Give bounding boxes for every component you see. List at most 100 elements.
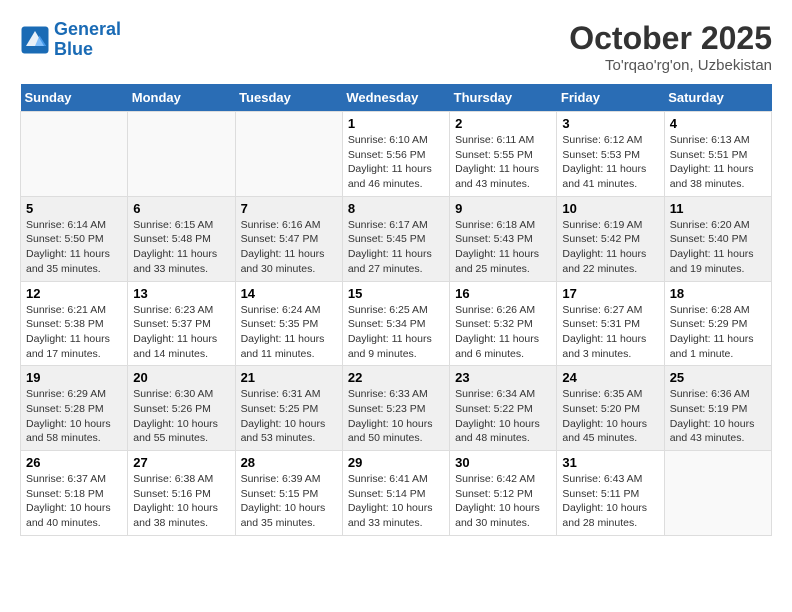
day-info: Sunrise: 6:14 AM Sunset: 5:50 PM Dayligh… bbox=[26, 218, 122, 277]
day-number: 8 bbox=[348, 201, 444, 216]
day-number: 26 bbox=[26, 455, 122, 470]
weekday-header-friday: Friday bbox=[557, 84, 664, 112]
day-number: 7 bbox=[241, 201, 337, 216]
day-number: 20 bbox=[133, 370, 229, 385]
calendar-week-1: 1Sunrise: 6:10 AM Sunset: 5:56 PM Daylig… bbox=[21, 112, 772, 197]
calendar-cell: 31 Sunrise: 6:43 AM Sunset: 5:11 PM Dayli… bbox=[557, 451, 664, 536]
day-info: Sunrise: 6:21 AM Sunset: 5:38 PM Dayligh… bbox=[26, 303, 122, 362]
day-info: Sunrise: 6:19 AM Sunset: 5:42 PM Dayligh… bbox=[562, 218, 658, 277]
calendar-cell: 8 Sunrise: 6:17 AM Sunset: 5:45 PM Daylig… bbox=[342, 196, 449, 281]
calendar-cell: 23 Sunrise: 6:34 AM Sunset: 5:22 PM Dayli… bbox=[450, 366, 557, 451]
day-info: Sunrise: 6:33 AM Sunset: 5:23 PM Dayligh… bbox=[348, 387, 444, 446]
calendar-cell: 5Sunrise: 6:14 AM Sunset: 5:50 PM Daylig… bbox=[21, 196, 128, 281]
day-info: Sunrise: 6:30 AM Sunset: 5:26 PM Dayligh… bbox=[133, 387, 229, 446]
day-info: Sunrise: 6:36 AM Sunset: 5:19 PM Dayligh… bbox=[670, 387, 766, 446]
calendar-week-3: 12 Sunrise: 6:21 AM Sunset: 5:38 PM Dayli… bbox=[21, 281, 772, 366]
day-number: 31 bbox=[562, 455, 658, 470]
day-number: 16 bbox=[455, 286, 551, 301]
day-info: Sunrise: 6:17 AM Sunset: 5:45 PM Dayligh… bbox=[348, 218, 444, 277]
day-number: 2 bbox=[455, 116, 551, 131]
day-number: 19 bbox=[26, 370, 122, 385]
day-number: 27 bbox=[133, 455, 229, 470]
calendar-cell: 19 Sunrise: 6:29 AM Sunset: 5:28 PM Dayli… bbox=[21, 366, 128, 451]
calendar-cell: 18 Sunrise: 6:28 AM Sunset: 5:29 PM Dayli… bbox=[664, 281, 771, 366]
day-number: 17 bbox=[562, 286, 658, 301]
day-number: 24 bbox=[562, 370, 658, 385]
logo-icon bbox=[20, 25, 50, 55]
location: To'rqao'rg'on, Uzbekistan bbox=[569, 57, 772, 74]
calendar-cell: 9 Sunrise: 6:18 AM Sunset: 5:43 PM Daylig… bbox=[450, 196, 557, 281]
day-number: 15 bbox=[348, 286, 444, 301]
calendar-cell: 10 Sunrise: 6:19 AM Sunset: 5:42 PM Dayli… bbox=[557, 196, 664, 281]
calendar-week-2: 5Sunrise: 6:14 AM Sunset: 5:50 PM Daylig… bbox=[21, 196, 772, 281]
day-info: Sunrise: 6:23 AM Sunset: 5:37 PM Dayligh… bbox=[133, 303, 229, 362]
day-info: Sunrise: 6:37 AM Sunset: 5:18 PM Dayligh… bbox=[26, 472, 122, 531]
day-info: Sunrise: 6:41 AM Sunset: 5:14 PM Dayligh… bbox=[348, 472, 444, 531]
day-number: 13 bbox=[133, 286, 229, 301]
day-info: Sunrise: 6:39 AM Sunset: 5:15 PM Dayligh… bbox=[241, 472, 337, 531]
calendar-cell: 22 Sunrise: 6:33 AM Sunset: 5:23 PM Dayli… bbox=[342, 366, 449, 451]
day-info: Sunrise: 6:26 AM Sunset: 5:32 PM Dayligh… bbox=[455, 303, 551, 362]
calendar-cell: 12 Sunrise: 6:21 AM Sunset: 5:38 PM Dayli… bbox=[21, 281, 128, 366]
weekday-header-thursday: Thursday bbox=[450, 84, 557, 112]
calendar-cell: 20 Sunrise: 6:30 AM Sunset: 5:26 PM Dayli… bbox=[128, 366, 235, 451]
day-number: 6 bbox=[133, 201, 229, 216]
day-info: Sunrise: 6:20 AM Sunset: 5:40 PM Dayligh… bbox=[670, 218, 766, 277]
weekday-header-monday: Monday bbox=[128, 84, 235, 112]
day-number: 4 bbox=[670, 116, 766, 131]
calendar-table: SundayMondayTuesdayWednesdayThursdayFrid… bbox=[20, 84, 772, 536]
calendar-cell: 21 Sunrise: 6:31 AM Sunset: 5:25 PM Dayli… bbox=[235, 366, 342, 451]
day-number: 10 bbox=[562, 201, 658, 216]
day-number: 28 bbox=[241, 455, 337, 470]
calendar-cell: 25 Sunrise: 6:36 AM Sunset: 5:19 PM Dayli… bbox=[664, 366, 771, 451]
day-info: Sunrise: 6:38 AM Sunset: 5:16 PM Dayligh… bbox=[133, 472, 229, 531]
calendar-cell bbox=[235, 112, 342, 197]
day-info: Sunrise: 6:18 AM Sunset: 5:43 PM Dayligh… bbox=[455, 218, 551, 277]
day-number: 29 bbox=[348, 455, 444, 470]
logo: GeneralBlue bbox=[20, 20, 121, 60]
day-number: 14 bbox=[241, 286, 337, 301]
calendar-cell: 11Sunrise: 6:20 AM Sunset: 5:40 PM Dayli… bbox=[664, 196, 771, 281]
calendar-cell bbox=[21, 112, 128, 197]
calendar-cell: 3 Sunrise: 6:12 AM Sunset: 5:53 PM Daylig… bbox=[557, 112, 664, 197]
calendar-cell: 29 Sunrise: 6:41 AM Sunset: 5:14 PM Dayli… bbox=[342, 451, 449, 536]
day-info: Sunrise: 6:28 AM Sunset: 5:29 PM Dayligh… bbox=[670, 303, 766, 362]
day-number: 23 bbox=[455, 370, 551, 385]
day-info: Sunrise: 6:15 AM Sunset: 5:48 PM Dayligh… bbox=[133, 218, 229, 277]
day-info: Sunrise: 6:10 AM Sunset: 5:56 PM Dayligh… bbox=[348, 133, 444, 192]
day-number: 18 bbox=[670, 286, 766, 301]
day-number: 22 bbox=[348, 370, 444, 385]
calendar-week-5: 26 Sunrise: 6:37 AM Sunset: 5:18 PM Dayli… bbox=[21, 451, 772, 536]
calendar-cell: 4Sunrise: 6:13 AM Sunset: 5:51 PM Daylig… bbox=[664, 112, 771, 197]
calendar-cell: 27 Sunrise: 6:38 AM Sunset: 5:16 PM Dayli… bbox=[128, 451, 235, 536]
weekday-header-row: SundayMondayTuesdayWednesdayThursdayFrid… bbox=[21, 84, 772, 112]
day-number: 25 bbox=[670, 370, 766, 385]
day-info: Sunrise: 6:27 AM Sunset: 5:31 PM Dayligh… bbox=[562, 303, 658, 362]
calendar-cell bbox=[128, 112, 235, 197]
day-info: Sunrise: 6:29 AM Sunset: 5:28 PM Dayligh… bbox=[26, 387, 122, 446]
day-info: Sunrise: 6:24 AM Sunset: 5:35 PM Dayligh… bbox=[241, 303, 337, 362]
weekday-header-sunday: Sunday bbox=[21, 84, 128, 112]
day-info: Sunrise: 6:43 AM Sunset: 5:11 PM Dayligh… bbox=[562, 472, 658, 531]
logo-text: GeneralBlue bbox=[54, 20, 121, 60]
day-number: 3 bbox=[562, 116, 658, 131]
day-info: Sunrise: 6:12 AM Sunset: 5:53 PM Dayligh… bbox=[562, 133, 658, 192]
title-block: October 2025 To'rqao'rg'on, Uzbekistan bbox=[569, 20, 772, 74]
day-number: 12 bbox=[26, 286, 122, 301]
calendar-cell: 28 Sunrise: 6:39 AM Sunset: 5:15 PM Dayli… bbox=[235, 451, 342, 536]
day-info: Sunrise: 6:25 AM Sunset: 5:34 PM Dayligh… bbox=[348, 303, 444, 362]
day-number: 9 bbox=[455, 201, 551, 216]
calendar-cell: 24Sunrise: 6:35 AM Sunset: 5:20 PM Dayli… bbox=[557, 366, 664, 451]
month-title: October 2025 bbox=[569, 20, 772, 57]
day-info: Sunrise: 6:11 AM Sunset: 5:55 PM Dayligh… bbox=[455, 133, 551, 192]
calendar-week-4: 19 Sunrise: 6:29 AM Sunset: 5:28 PM Dayli… bbox=[21, 366, 772, 451]
day-info: Sunrise: 6:34 AM Sunset: 5:22 PM Dayligh… bbox=[455, 387, 551, 446]
calendar-cell: 7Sunrise: 6:16 AM Sunset: 5:47 PM Daylig… bbox=[235, 196, 342, 281]
day-number: 30 bbox=[455, 455, 551, 470]
calendar-cell: 26 Sunrise: 6:37 AM Sunset: 5:18 PM Dayli… bbox=[21, 451, 128, 536]
day-number: 21 bbox=[241, 370, 337, 385]
calendar-cell: 1Sunrise: 6:10 AM Sunset: 5:56 PM Daylig… bbox=[342, 112, 449, 197]
day-info: Sunrise: 6:31 AM Sunset: 5:25 PM Dayligh… bbox=[241, 387, 337, 446]
weekday-header-tuesday: Tuesday bbox=[235, 84, 342, 112]
calendar-cell: 16 Sunrise: 6:26 AM Sunset: 5:32 PM Dayli… bbox=[450, 281, 557, 366]
